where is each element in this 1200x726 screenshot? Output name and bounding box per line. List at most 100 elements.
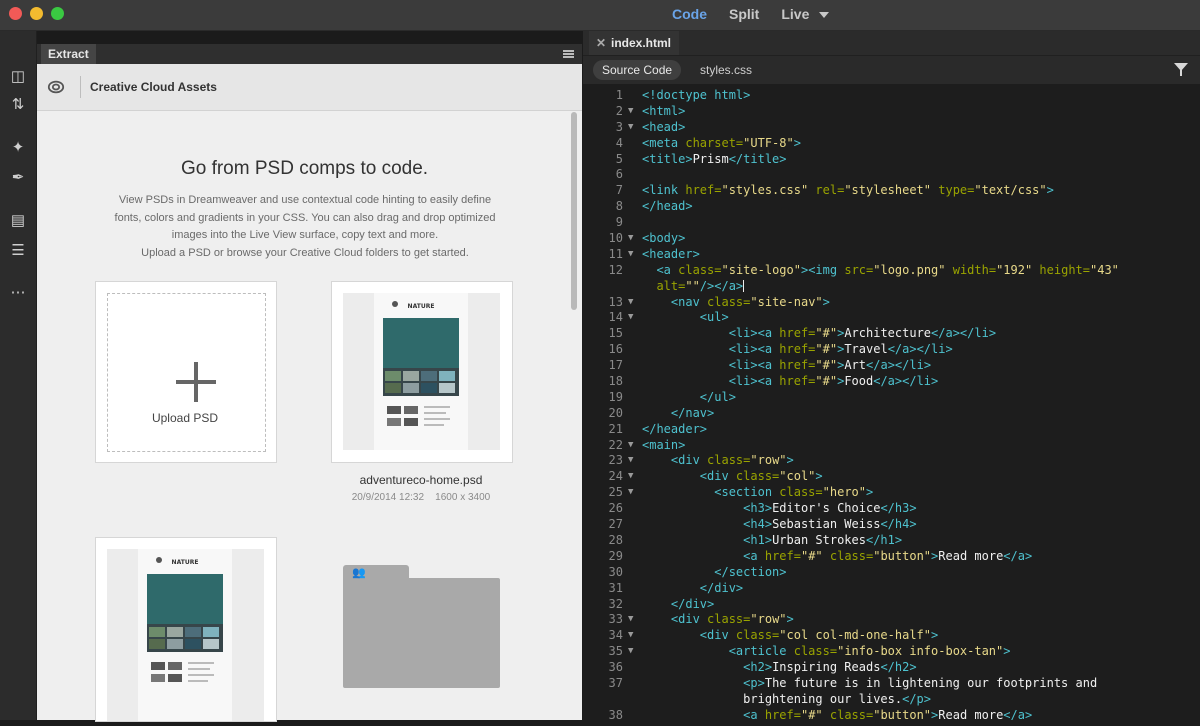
fold-arrow-icon[interactable]: ▼ <box>628 295 633 311</box>
panel-scrollbar[interactable] <box>571 112 577 310</box>
code-line[interactable]: brightening our lives.</p> <box>583 692 1200 708</box>
code-line[interactable]: 21 </header> <box>583 422 1200 438</box>
insert-icon[interactable]: ⇅ <box>8 95 28 115</box>
extract-tab[interactable]: Extract <box>41 44 96 64</box>
chevron-down-icon[interactable] <box>819 12 830 19</box>
code-token: <ul> <box>699 310 729 325</box>
document-tab-index[interactable]: ✕ index.html <box>589 31 680 55</box>
code-token: class= <box>735 628 780 643</box>
fold-arrow-icon[interactable]: ▼ <box>628 453 633 469</box>
code-line[interactable]: 5 <title>Prism</title> <box>583 152 1200 168</box>
code-token: <section <box>714 485 780 500</box>
code-line[interactable]: 9 <box>583 215 1200 231</box>
code-line[interactable]: 3 ▼ <head> <box>583 120 1200 136</box>
shared-folder[interactable] <box>343 578 500 688</box>
panel-tabbar: Extract <box>37 44 582 64</box>
code-line[interactable]: 24 ▼ <div class="col"> <box>583 469 1200 485</box>
minimize-window-button[interactable] <box>30 7 43 20</box>
close-icon[interactable]: ✕ <box>596 31 606 55</box>
fold-arrow-icon[interactable]: ▼ <box>628 612 633 628</box>
code-line[interactable]: 19 </ul> <box>583 390 1200 406</box>
code-token: "site-logo" <box>721 262 801 277</box>
code-line[interactable]: 2 ▼ <html> <box>583 104 1200 120</box>
styles-css-button[interactable]: styles.css <box>700 60 752 80</box>
fold-arrow-icon[interactable]: ▼ <box>628 485 633 501</box>
code-text: <body> <box>642 231 685 247</box>
dom-icon[interactable]: ✦ <box>8 138 28 158</box>
css-designer-icon[interactable]: ✒ <box>8 168 28 188</box>
code-line[interactable]: 29 <a href="#" class="button">Read more<… <box>583 549 1200 565</box>
code-line[interactable]: 27 <h4>Sebastian Weiss</h4> <box>583 517 1200 533</box>
code-line[interactable]: 26 <h3>Editor's Choice</h3> <box>583 501 1200 517</box>
fold-arrow-icon[interactable]: ▼ <box>628 247 633 263</box>
code-line[interactable]: 11 ▼ <header> <box>583 247 1200 263</box>
code-line[interactable]: 16 <li><a href="#">Travel</a></li> <box>583 342 1200 358</box>
code-text: <!doctype html> <box>642 88 750 104</box>
code-line[interactable]: 30 </section> <box>583 565 1200 581</box>
view-code-tab[interactable]: Code <box>672 6 707 22</box>
left-toolbar: ◫ ⇅ ✦ ✒ ▤ ☰ ⋯ <box>0 31 37 720</box>
code-line[interactable]: 13 ▼ <nav class="site-nav"> <box>583 295 1200 311</box>
fold-arrow-icon[interactable]: ▼ <box>628 104 633 120</box>
code-line[interactable]: 23 ▼ <div class="row"> <box>583 453 1200 469</box>
psd-thumbnail-card-2[interactable]: NATURE <box>95 537 277 722</box>
comments-icon[interactable]: ▤ <box>8 211 28 231</box>
line-number: 19 <box>608 389 623 404</box>
psd-thumbnail-card[interactable]: NATURE <box>331 281 513 463</box>
code-line[interactable]: 7 <link href="styles.css" rel="stylesheet… <box>583 183 1200 199</box>
code-line[interactable]: 25 ▼ <section class="hero"> <box>583 485 1200 501</box>
code-token: > <box>786 453 794 468</box>
files-icon[interactable]: ◫ <box>8 67 28 87</box>
fold-arrow-icon[interactable]: ▼ <box>628 628 633 644</box>
code-view[interactable]: 1 <!doctype html> 2 ▼ <html> 3 ▼ <head> 4 <meta c… <box>583 88 1200 720</box>
code-line[interactable]: 34 ▼ <div class="col col-md-one-half"> <box>583 628 1200 644</box>
code-line[interactable]: 15 <li><a href="#">Architecture</a></li> <box>583 326 1200 342</box>
view-split-tab[interactable]: Split <box>729 6 759 22</box>
code-line[interactable]: 33 ▼ <div class="row"> <box>583 612 1200 628</box>
upload-psd-card[interactable] <box>95 281 277 463</box>
psd-file-name[interactable]: adventureco-home.psd <box>331 473 511 487</box>
close-window-button[interactable] <box>9 7 22 20</box>
code-line[interactable]: 6 <box>583 167 1200 183</box>
filter-icon[interactable] <box>1174 63 1188 76</box>
more-icon[interactable]: ⋯ <box>8 283 28 303</box>
code-token: </a></li> <box>887 342 953 357</box>
line-number: 28 <box>608 532 623 547</box>
fold-arrow-icon[interactable]: ▼ <box>628 644 633 660</box>
code-line[interactable]: 20 </nav> <box>583 406 1200 422</box>
assets-icon[interactable]: ☰ <box>8 241 28 261</box>
code-line[interactable]: 10 ▼ <body> <box>583 231 1200 247</box>
panel-menu-icon[interactable] <box>563 50 574 58</box>
code-line[interactable]: 31 </div> <box>583 581 1200 597</box>
view-live-tab[interactable]: Live <box>781 6 830 22</box>
code-line[interactable]: 17 <li><a href="#">Art</a></li> <box>583 358 1200 374</box>
fold-arrow-icon[interactable]: ▼ <box>628 120 633 136</box>
fold-arrow-icon[interactable]: ▼ <box>628 438 633 454</box>
text-cursor <box>743 280 745 293</box>
code-line[interactable]: alt=""/></a> <box>583 279 1200 295</box>
fold-arrow-icon[interactable]: ▼ <box>628 469 633 485</box>
code-line[interactable]: 14 ▼ <ul> <box>583 310 1200 326</box>
code-line[interactable]: 18 <li><a href="#">Food</a></li> <box>583 374 1200 390</box>
code-line[interactable]: 37 <p>The future is in lightening our fo… <box>583 676 1200 692</box>
source-code-button[interactable]: Source Code <box>593 60 682 80</box>
code-line[interactable]: 28 <h1>Urban Strokes</h1> <box>583 533 1200 549</box>
code-line[interactable]: 1 <!doctype html> <box>583 88 1200 104</box>
thumbnail-brand-text: NATURE <box>408 303 435 310</box>
code-line[interactable]: 36 <h2>Inspiring Reads</h2> <box>583 660 1200 676</box>
code-token: <h1> <box>743 532 773 547</box>
zoom-window-button[interactable] <box>51 7 64 20</box>
code-line[interactable]: 22 ▼ <main> <box>583 438 1200 454</box>
code-token: </head> <box>642 199 693 214</box>
code-line[interactable]: 38 <a href="#" class="button">Read more<… <box>583 708 1200 720</box>
fold-arrow-icon[interactable]: ▼ <box>628 310 633 326</box>
fold-arrow-icon[interactable]: ▼ <box>628 231 633 247</box>
code-line[interactable]: 35 ▼ <article class="info-box info-box-ta… <box>583 644 1200 660</box>
code-line[interactable]: 8 </head> <box>583 199 1200 215</box>
code-line[interactable]: 32 </div> <box>583 597 1200 613</box>
upload-drop-zone[interactable] <box>107 293 266 452</box>
code-line[interactable]: 12 <a class="site-logo"><img src="logo.p… <box>583 263 1200 279</box>
code-line[interactable]: 4 <meta charset="UTF-8"> <box>583 136 1200 152</box>
